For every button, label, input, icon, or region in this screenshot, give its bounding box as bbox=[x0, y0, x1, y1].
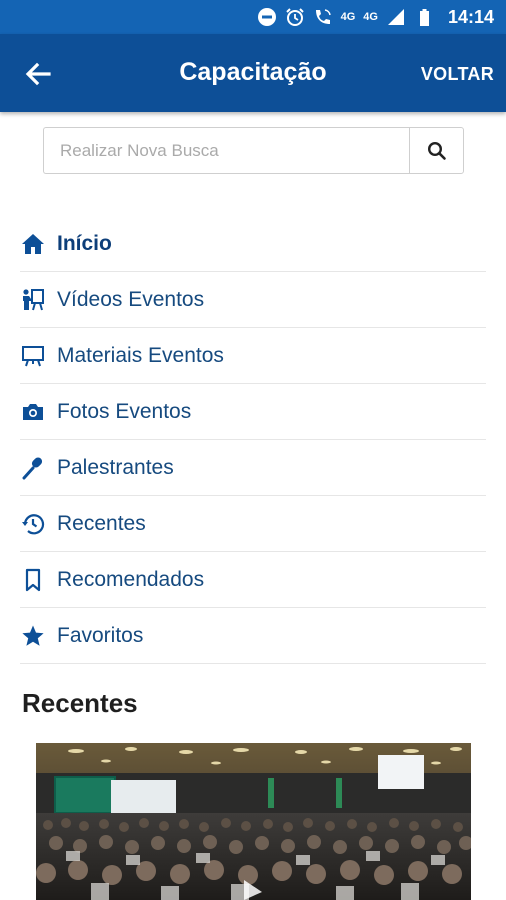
camera-icon bbox=[20, 399, 46, 425]
search-button[interactable] bbox=[409, 127, 464, 174]
menu-item-label: Vídeos Eventos bbox=[57, 287, 205, 311]
clock-time: 14:14 bbox=[447, 6, 494, 27]
menu-item-palestrantes[interactable]: Palestrantes bbox=[20, 440, 486, 496]
app-bar: Capacitação VOLTAR bbox=[0, 34, 506, 112]
menu-item-label: Início bbox=[57, 231, 112, 255]
alarm-icon bbox=[285, 8, 304, 26]
menu-item-fotos-eventos[interactable]: Fotos Eventos bbox=[20, 384, 486, 440]
microphone-icon bbox=[20, 455, 46, 481]
menu-item-inicio[interactable]: Início bbox=[20, 216, 486, 272]
search-input[interactable]: Realizar Nova Busca bbox=[43, 127, 409, 174]
menu-item-label: Fotos Eventos bbox=[57, 399, 192, 423]
voltar-button[interactable]: VOLTAR bbox=[421, 64, 494, 85]
home-icon bbox=[20, 231, 46, 257]
menu-item-label: Recentes bbox=[57, 511, 146, 535]
presenter-icon bbox=[20, 287, 46, 313]
menu-item-videos-eventos[interactable]: Vídeos Eventos bbox=[20, 272, 486, 328]
event-photo bbox=[36, 743, 471, 900]
menu-item-materiais-eventos[interactable]: Materiais Eventos bbox=[20, 328, 486, 384]
menu-item-favoritos[interactable]: Favoritos bbox=[20, 608, 486, 664]
recent-video-thumbnail[interactable] bbox=[36, 743, 471, 900]
history-icon bbox=[20, 511, 46, 537]
status-bar: 4G 4G 14:14 bbox=[0, 0, 506, 34]
menu-item-label: Recomendados bbox=[57, 567, 205, 591]
search-icon bbox=[427, 141, 446, 160]
menu-item-label: Favoritos bbox=[57, 623, 144, 647]
signal-icon bbox=[387, 9, 404, 25]
star-icon bbox=[20, 623, 46, 649]
navigation-menu: Início Vídeos Eventos Materiais Eventos bbox=[20, 216, 486, 664]
bookmark-icon bbox=[20, 567, 46, 593]
recent-section-title: Recentes bbox=[22, 688, 138, 718]
search-bar: Realizar Nova Busca bbox=[43, 127, 464, 174]
network-type-label-2: 4G bbox=[363, 11, 378, 23]
battery-icon bbox=[419, 9, 429, 26]
network-type-label: 4G bbox=[340, 11, 356, 23]
easel-icon bbox=[20, 343, 46, 369]
do-not-disturb-icon bbox=[257, 8, 276, 26]
menu-item-label: Materiais Eventos bbox=[57, 343, 224, 367]
wifi-call-icon bbox=[315, 9, 331, 24]
menu-item-label: Palestrantes bbox=[57, 455, 174, 479]
menu-item-recomendados[interactable]: Recomendados bbox=[20, 552, 486, 608]
menu-item-recentes[interactable]: Recentes bbox=[20, 496, 486, 552]
